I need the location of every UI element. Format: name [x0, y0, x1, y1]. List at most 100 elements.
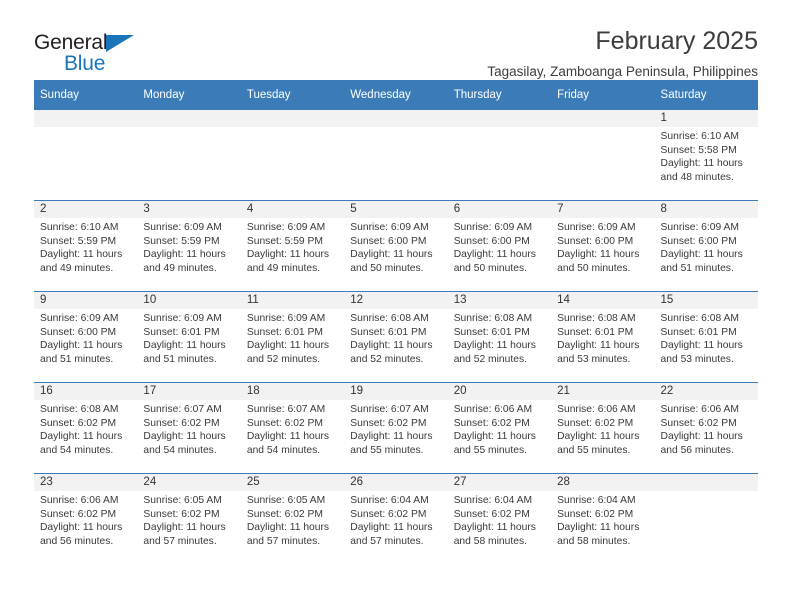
sunrise-text: Sunrise: 6:06 AM: [557, 404, 636, 415]
calendar-day-cell[interactable]: 7 Sunrise: 6:09 AM Sunset: 6:00 PM Daylight…: [551, 200, 655, 292]
calendar-day-cell[interactable]: 17 Sunrise: 6:07 AM Sunset: 6:02 PM Dayligh…: [137, 382, 241, 474]
day-details: Sunrise: 6:09 AM Sunset: 6:00 PM Daylight:…: [551, 218, 654, 275]
calendar-week-row: 16 Sunrise: 6:08 AM Sunset: 6:02 PM Dayligh…: [34, 382, 758, 474]
calendar-day-cell[interactable]: 18 Sunrise: 6:07 AM Sunset: 6:02 PM Dayligh…: [240, 382, 345, 474]
daylight-text: Daylight: 11 hours and 55 minutes.: [453, 431, 536, 456]
logo-triangle-icon: [106, 35, 134, 52]
sunset-text: Sunset: 6:02 PM: [40, 417, 117, 429]
day-details: Sunrise: 6:04 AM Sunset: 6:02 PM Daylight:…: [448, 491, 551, 548]
day-details: Sunrise: 6:04 AM Sunset: 6:02 PM Daylight:…: [551, 491, 654, 548]
calendar-day-cell[interactable]: 1 Sunrise: 6:10 AM Sunset: 5:58 PM Daylight…: [654, 109, 758, 201]
day-number: 4: [240, 201, 345, 218]
sunrise-text: Sunrise: 6:09 AM: [40, 313, 119, 324]
page-title: February 2025: [595, 27, 758, 55]
sunset-text: Sunset: 6:02 PM: [246, 417, 323, 429]
calendar-day-cell[interactable]: 2 Sunrise: 6:10 AM Sunset: 5:59 PM Daylight…: [34, 200, 138, 292]
sunrise-text: Sunrise: 6:07 AM: [246, 404, 326, 415]
calendar-body: 1 Sunrise: 6:10 AM Sunset: 5:58 PM Daylight…: [34, 109, 758, 564]
day-number: 23: [34, 474, 138, 491]
sunrise-text: Sunrise: 6:09 AM: [246, 313, 326, 324]
day-number: 1: [654, 110, 758, 127]
calendar-day-cell[interactable]: 22 Sunrise: 6:06 AM Sunset: 6:02 PM Dayligh…: [654, 382, 758, 474]
day-details: Sunrise: 6:09 AM Sunset: 5:59 PM Daylight:…: [137, 218, 240, 275]
calendar-day-cell[interactable]: 28 Sunrise: 6:04 AM Sunset: 6:02 PM Dayligh…: [551, 473, 655, 564]
calendar-day-cell[interactable]: 3 Sunrise: 6:09 AM Sunset: 5:59 PM Daylight…: [137, 200, 241, 292]
sunrise-text: Sunrise: 6:06 AM: [453, 404, 533, 415]
sunrise-text: Sunrise: 6:05 AM: [143, 495, 222, 506]
calendar-day-cell-empty: [137, 109, 241, 201]
sunrise-text: Sunrise: 6:09 AM: [143, 313, 222, 324]
title-block: February 2025 Tagasilay, Zamboanga Penin…: [487, 26, 758, 79]
sunset-text: Sunset: 6:00 PM: [453, 235, 530, 247]
daylight-text: Daylight: 11 hours and 54 minutes.: [246, 431, 330, 456]
day-number: 22: [654, 383, 758, 400]
sunset-text: Sunset: 6:00 PM: [350, 235, 427, 247]
daylight-text: Daylight: 11 hours and 49 minutes.: [143, 249, 226, 274]
day-details: Sunrise: 6:07 AM Sunset: 6:02 PM Daylight:…: [241, 400, 344, 457]
day-details: Sunrise: 6:10 AM Sunset: 5:59 PM Daylight:…: [34, 218, 137, 275]
weekday-header-saturday: Saturday: [654, 80, 758, 110]
calendar-day-cell[interactable]: 23 Sunrise: 6:06 AM Sunset: 6:02 PM Dayligh…: [34, 473, 138, 564]
calendar-day-cell[interactable]: 16 Sunrise: 6:08 AM Sunset: 6:02 PM Dayligh…: [34, 382, 138, 474]
calendar-day-cell[interactable]: 12 Sunrise: 6:08 AM Sunset: 6:01 PM Dayligh…: [344, 291, 448, 383]
sunset-text: Sunset: 6:01 PM: [143, 326, 220, 338]
day-number: 7: [551, 201, 655, 218]
sunset-text: Sunset: 5:58 PM: [660, 144, 737, 156]
calendar-week-row: 2 Sunrise: 6:10 AM Sunset: 5:59 PM Daylight…: [34, 200, 758, 292]
calendar-day-cell[interactable]: 4 Sunrise: 6:09 AM Sunset: 5:59 PM Daylight…: [240, 200, 345, 292]
sunrise-text: Sunrise: 6:09 AM: [246, 222, 326, 233]
weekday-header-monday: Monday: [137, 80, 241, 110]
calendar-day-cell[interactable]: 26 Sunrise: 6:04 AM Sunset: 6:02 PM Dayligh…: [344, 473, 448, 564]
day-number: 6: [447, 201, 552, 218]
sunset-text: Sunset: 6:02 PM: [246, 508, 323, 520]
calendar-day-cell[interactable]: 14 Sunrise: 6:08 AM Sunset: 6:01 PM Dayligh…: [551, 291, 655, 383]
sunset-text: Sunset: 6:02 PM: [660, 417, 737, 429]
sunset-text: Sunset: 6:01 PM: [557, 326, 634, 338]
logo-text-general: General: [34, 31, 108, 54]
calendar-day-cell[interactable]: 13 Sunrise: 6:08 AM Sunset: 6:01 PM Dayligh…: [447, 291, 552, 383]
calendar-day-cell[interactable]: 10 Sunrise: 6:09 AM Sunset: 6:01 PM Dayligh…: [137, 291, 241, 383]
day-number: 3: [137, 201, 241, 218]
day-number: [34, 110, 138, 127]
sunset-text: Sunset: 5:59 PM: [40, 235, 117, 247]
day-details: Sunrise: 6:08 AM Sunset: 6:01 PM Daylight:…: [344, 309, 447, 366]
calendar-day-cell[interactable]: 20 Sunrise: 6:06 AM Sunset: 6:02 PM Dayligh…: [447, 382, 552, 474]
daylight-text: Daylight: 11 hours and 55 minutes.: [557, 431, 640, 456]
sunrise-text: Sunrise: 6:08 AM: [350, 313, 429, 324]
sunrise-text: Sunrise: 6:10 AM: [40, 222, 119, 233]
page-subtitle: Tagasilay, Zamboanga Peninsula, Philippi…: [487, 63, 758, 79]
calendar-day-cell-empty: [240, 109, 345, 201]
sunrise-text: Sunrise: 6:07 AM: [350, 404, 429, 415]
sunset-text: Sunset: 6:00 PM: [660, 235, 737, 247]
day-details: Sunrise: 6:06 AM Sunset: 6:02 PM Daylight:…: [34, 491, 137, 548]
daylight-text: Daylight: 11 hours and 51 minutes.: [660, 249, 743, 274]
day-number: 17: [137, 383, 241, 400]
calendar-day-cell[interactable]: 24 Sunrise: 6:05 AM Sunset: 6:02 PM Dayligh…: [137, 473, 241, 564]
calendar-day-cell[interactable]: 21 Sunrise: 6:06 AM Sunset: 6:02 PM Dayligh…: [551, 382, 655, 474]
sunrise-text: Sunrise: 6:08 AM: [453, 313, 533, 324]
calendar-day-cell[interactable]: 8 Sunrise: 6:09 AM Sunset: 6:00 PM Daylight…: [654, 200, 758, 292]
day-details: Sunrise: 6:07 AM Sunset: 6:02 PM Daylight:…: [344, 400, 447, 457]
day-details: Sunrise: 6:06 AM Sunset: 6:02 PM Daylight:…: [655, 400, 758, 457]
day-number: 26: [344, 474, 448, 491]
calendar-day-cell[interactable]: 27 Sunrise: 6:04 AM Sunset: 6:02 PM Dayligh…: [447, 473, 552, 564]
daylight-text: Daylight: 11 hours and 58 minutes.: [557, 522, 640, 547]
calendar-day-cell[interactable]: 15 Sunrise: 6:08 AM Sunset: 6:01 PM Dayligh…: [654, 291, 758, 383]
day-number: 14: [551, 292, 655, 309]
calendar-page: General Blue February 2025 Tagasilay, Za…: [0, 0, 792, 612]
weekday-header-tuesday: Tuesday: [240, 80, 345, 110]
daylight-text: Daylight: 11 hours and 56 minutes.: [40, 522, 123, 547]
sunset-text: Sunset: 6:02 PM: [557, 508, 634, 520]
calendar-day-cell[interactable]: 9 Sunrise: 6:09 AM Sunset: 6:00 PM Daylight…: [34, 291, 138, 383]
calendar-day-cell[interactable]: 11 Sunrise: 6:09 AM Sunset: 6:01 PM Dayligh…: [240, 291, 345, 383]
calendar-day-cell-empty: [344, 109, 448, 201]
calendar-day-cell[interactable]: 5 Sunrise: 6:09 AM Sunset: 6:00 PM Daylight…: [344, 200, 448, 292]
daylight-text: Daylight: 11 hours and 52 minutes.: [350, 340, 433, 365]
day-number: 24: [137, 474, 241, 491]
calendar-day-cell[interactable]: 19 Sunrise: 6:07 AM Sunset: 6:02 PM Dayligh…: [344, 382, 448, 474]
calendar-day-cell[interactable]: 25 Sunrise: 6:05 AM Sunset: 6:02 PM Dayligh…: [240, 473, 345, 564]
calendar-day-cell[interactable]: 6 Sunrise: 6:09 AM Sunset: 6:00 PM Daylight…: [447, 200, 552, 292]
daylight-text: Daylight: 11 hours and 55 minutes.: [350, 431, 433, 456]
day-details: Sunrise: 6:09 AM Sunset: 6:00 PM Daylight:…: [344, 218, 447, 275]
day-number: [344, 110, 448, 127]
